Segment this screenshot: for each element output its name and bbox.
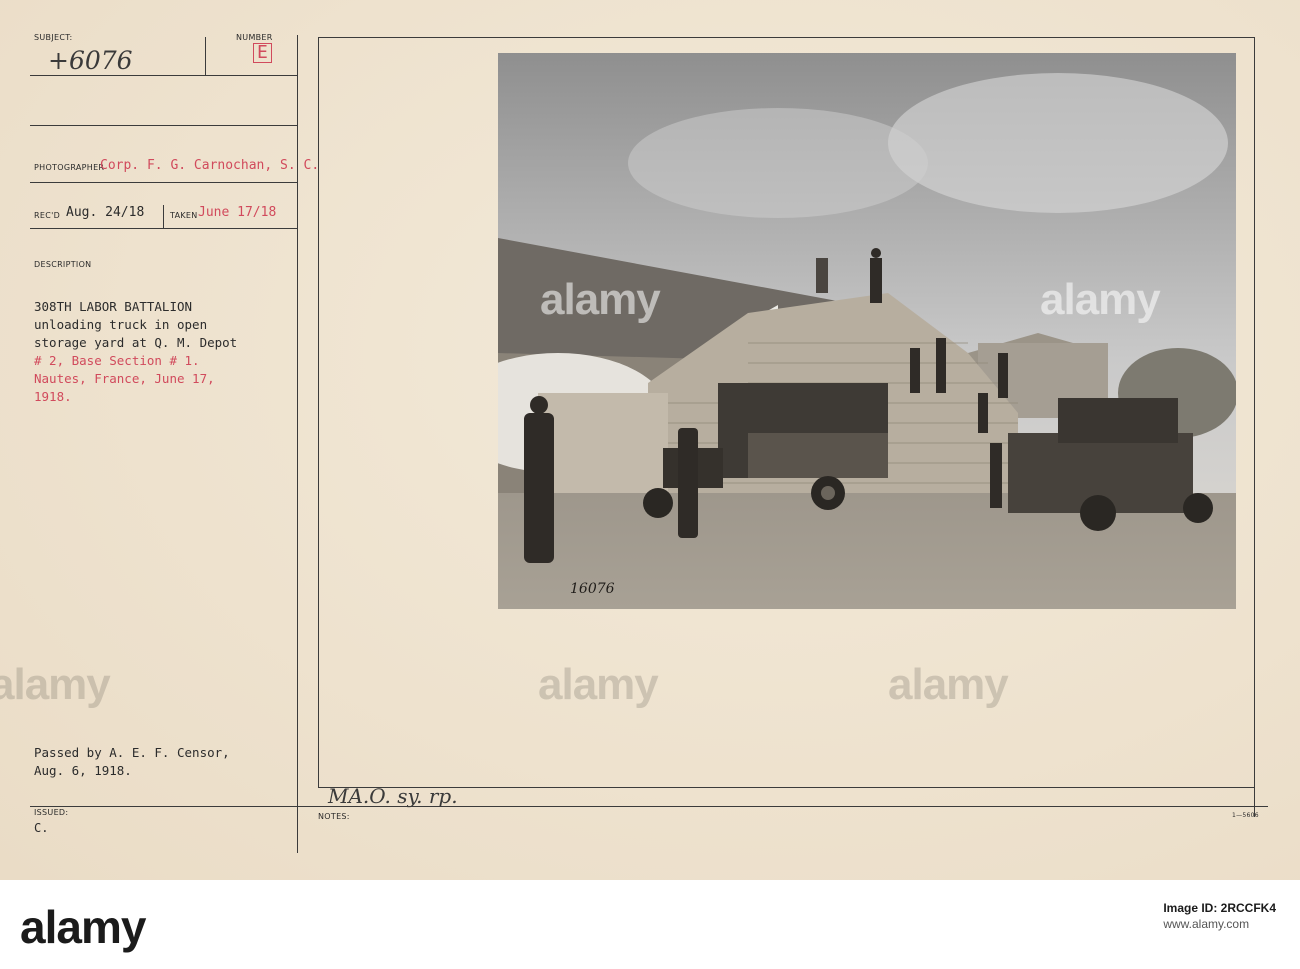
alamy-logo: alamy bbox=[20, 901, 146, 953]
photographer-underline bbox=[30, 182, 298, 183]
notes-handwriting: MA.O. sy. rp. bbox=[328, 784, 458, 808]
notes-rule bbox=[30, 806, 1268, 807]
photo-negative-number: 16076 bbox=[570, 581, 615, 597]
header-rule bbox=[30, 125, 298, 126]
subject-label: SUBJECT: bbox=[34, 33, 73, 42]
recd-value: Aug. 24/18 bbox=[66, 205, 145, 220]
frame-bottom bbox=[318, 787, 1255, 788]
image-url: www.alamy.com bbox=[1163, 917, 1250, 931]
watermark-photo-center: alamy bbox=[540, 275, 661, 324]
subject-value: +6076 bbox=[48, 46, 133, 75]
dates-underline bbox=[30, 228, 298, 229]
description-line: # 2, Base Section # 1. bbox=[34, 353, 200, 368]
description-line: 1918. bbox=[34, 389, 72, 404]
watermark-center: alamy bbox=[538, 660, 659, 709]
issued-label: ISSUED: bbox=[34, 808, 69, 817]
censor-line-1: Passed by A. E. F. Censor, bbox=[34, 745, 230, 760]
description-line: Nautes, France, June 17, bbox=[34, 371, 215, 386]
form-number: 1—5606 bbox=[1232, 812, 1259, 819]
archival-photo-card: SUBJECT: +6076 NUMBER E PHOTOGRAPHER Cor… bbox=[0, 0, 1300, 880]
frame-left bbox=[318, 37, 319, 787]
subject-number-divider bbox=[205, 37, 206, 75]
taken-value: June 17/18 bbox=[198, 205, 277, 220]
image-id-label: Image ID: 2RCCFK4 bbox=[1163, 901, 1276, 915]
notes-label: NOTES: bbox=[318, 812, 350, 821]
watermark-left: alamy bbox=[0, 660, 111, 709]
censor-line-2: Aug. 6, 1918. bbox=[34, 763, 132, 778]
image-id-block: Image ID: 2RCCFK4 www.alamy.com bbox=[1163, 900, 1276, 932]
description-line: 308TH LABOR BATTALION bbox=[34, 299, 193, 314]
description-line: storage yard at Q. M. Depot bbox=[34, 335, 238, 350]
photographer-label: PHOTOGRAPHER bbox=[34, 163, 105, 172]
photograph-illustration: 16076 bbox=[498, 53, 1236, 609]
issued-value: C. bbox=[34, 821, 49, 835]
frame-right bbox=[1254, 37, 1255, 817]
description-line: unloading truck in open bbox=[34, 317, 208, 332]
number-stamp: E bbox=[253, 43, 272, 63]
frame-top bbox=[318, 37, 1255, 38]
description-text: 308TH LABOR BATTALION unloading truck in… bbox=[34, 298, 299, 406]
taken-label: TAKEN bbox=[170, 211, 198, 220]
watermark-right: alamy bbox=[888, 660, 1009, 709]
dates-divider bbox=[163, 205, 164, 228]
recd-label: REC'D bbox=[34, 211, 61, 220]
number-label: NUMBER bbox=[236, 33, 273, 42]
photograph: 16076 bbox=[498, 53, 1236, 609]
stock-footer: alamy Image ID: 2RCCFK4 www.alamy.com bbox=[0, 880, 1300, 969]
watermark-photo-right: alamy bbox=[1040, 275, 1161, 324]
description-label: DESCRIPTION bbox=[34, 260, 92, 269]
top-rule bbox=[30, 75, 298, 76]
photographer-value: Corp. F. G. Carnochan, S. C. bbox=[100, 158, 320, 173]
